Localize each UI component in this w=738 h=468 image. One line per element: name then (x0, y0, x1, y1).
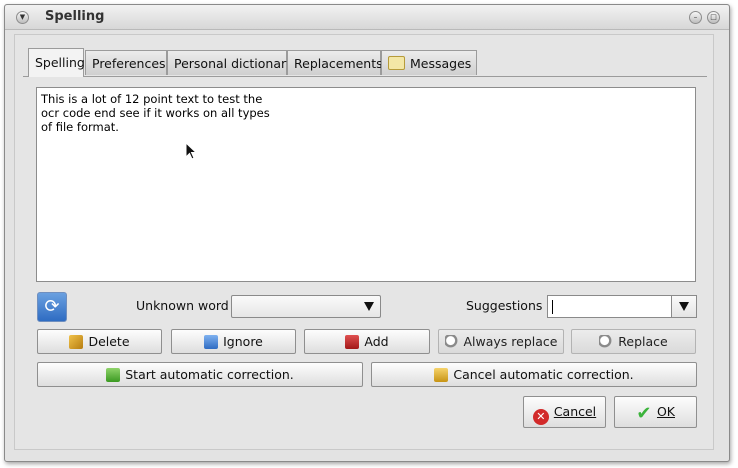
unknown-word-select[interactable] (231, 295, 381, 318)
suggestions-combo[interactable] (547, 295, 697, 318)
ok-label: OK (656, 404, 676, 419)
green-arrow-icon (106, 368, 121, 382)
text-editor[interactable]: This is a lot of 12 point text to test t… (36, 87, 696, 282)
tab-label: Personal dictionary (174, 56, 294, 71)
add-button[interactable]: Add (304, 329, 430, 354)
unknown-word-label: Unknown word : (136, 298, 237, 313)
dictionary-icon (345, 335, 360, 349)
text-caret (552, 300, 553, 314)
suggestions-label: Suggestions : (466, 298, 551, 313)
cancel-button[interactable]: ✕ Cancel (523, 396, 606, 428)
tab-preferences[interactable]: Preferences (85, 50, 167, 75)
window-title: Spelling (45, 9, 105, 24)
broom-icon (69, 335, 84, 349)
cancel-auto-label: Cancel automatic correction. (453, 367, 634, 382)
cancel-icon: ✕ (532, 409, 549, 425)
delete-label: Delete (88, 334, 130, 349)
title-bar: ▼ Spelling – □ (5, 5, 729, 30)
tab-label: Spelling (35, 55, 85, 70)
start-auto-label: Start automatic correction. (125, 367, 294, 382)
dropdown-arrow-icon (364, 302, 374, 311)
minimize-icon[interactable]: – (689, 11, 702, 24)
replace-button[interactable]: Replace (571, 329, 696, 354)
tab-label: Messages (410, 56, 472, 71)
tab-spelling[interactable]: Spelling (28, 48, 85, 77)
magnifier-icon (444, 335, 459, 349)
magnifier-icon (599, 335, 614, 349)
refresh-button[interactable]: ⟳ (37, 292, 67, 322)
tab-messages[interactable]: Messages (381, 50, 477, 75)
window-menu-icon[interactable]: ▼ (16, 11, 29, 24)
always-replace-button[interactable]: Always replace (438, 329, 564, 354)
tab-replacements[interactable]: Replacements (287, 50, 383, 75)
tab-personal-dictionary[interactable]: Personal dictionary (167, 50, 294, 75)
cancel-automatic-correction-button[interactable]: Cancel automatic correction. (371, 362, 697, 387)
ignore-label: Ignore (223, 334, 263, 349)
maximize-icon[interactable]: □ (707, 11, 720, 24)
undo-arrow-icon (434, 368, 449, 382)
add-label: Add (364, 334, 389, 349)
start-automatic-correction-button[interactable]: Start automatic correction. (37, 362, 363, 387)
skip-forward-icon (204, 335, 219, 349)
dropdown-arrow-icon[interactable] (671, 296, 696, 317)
mouse-cursor-icon (185, 142, 198, 160)
tab-label: Replacements (294, 56, 383, 71)
ignore-button[interactable]: Ignore (171, 329, 296, 354)
cancel-label: Cancel (553, 404, 597, 419)
checkmark-icon: ✔ (636, 403, 652, 424)
tab-divider (23, 76, 707, 77)
tab-label: Preferences (92, 56, 166, 71)
replace-label: Replace (618, 334, 668, 349)
always-replace-label: Always replace (463, 334, 558, 349)
envelope-icon (388, 56, 405, 70)
delete-button[interactable]: Delete (37, 329, 162, 354)
refresh-icon: ⟳ (44, 296, 60, 317)
ok-button[interactable]: ✔ OK (614, 396, 697, 428)
